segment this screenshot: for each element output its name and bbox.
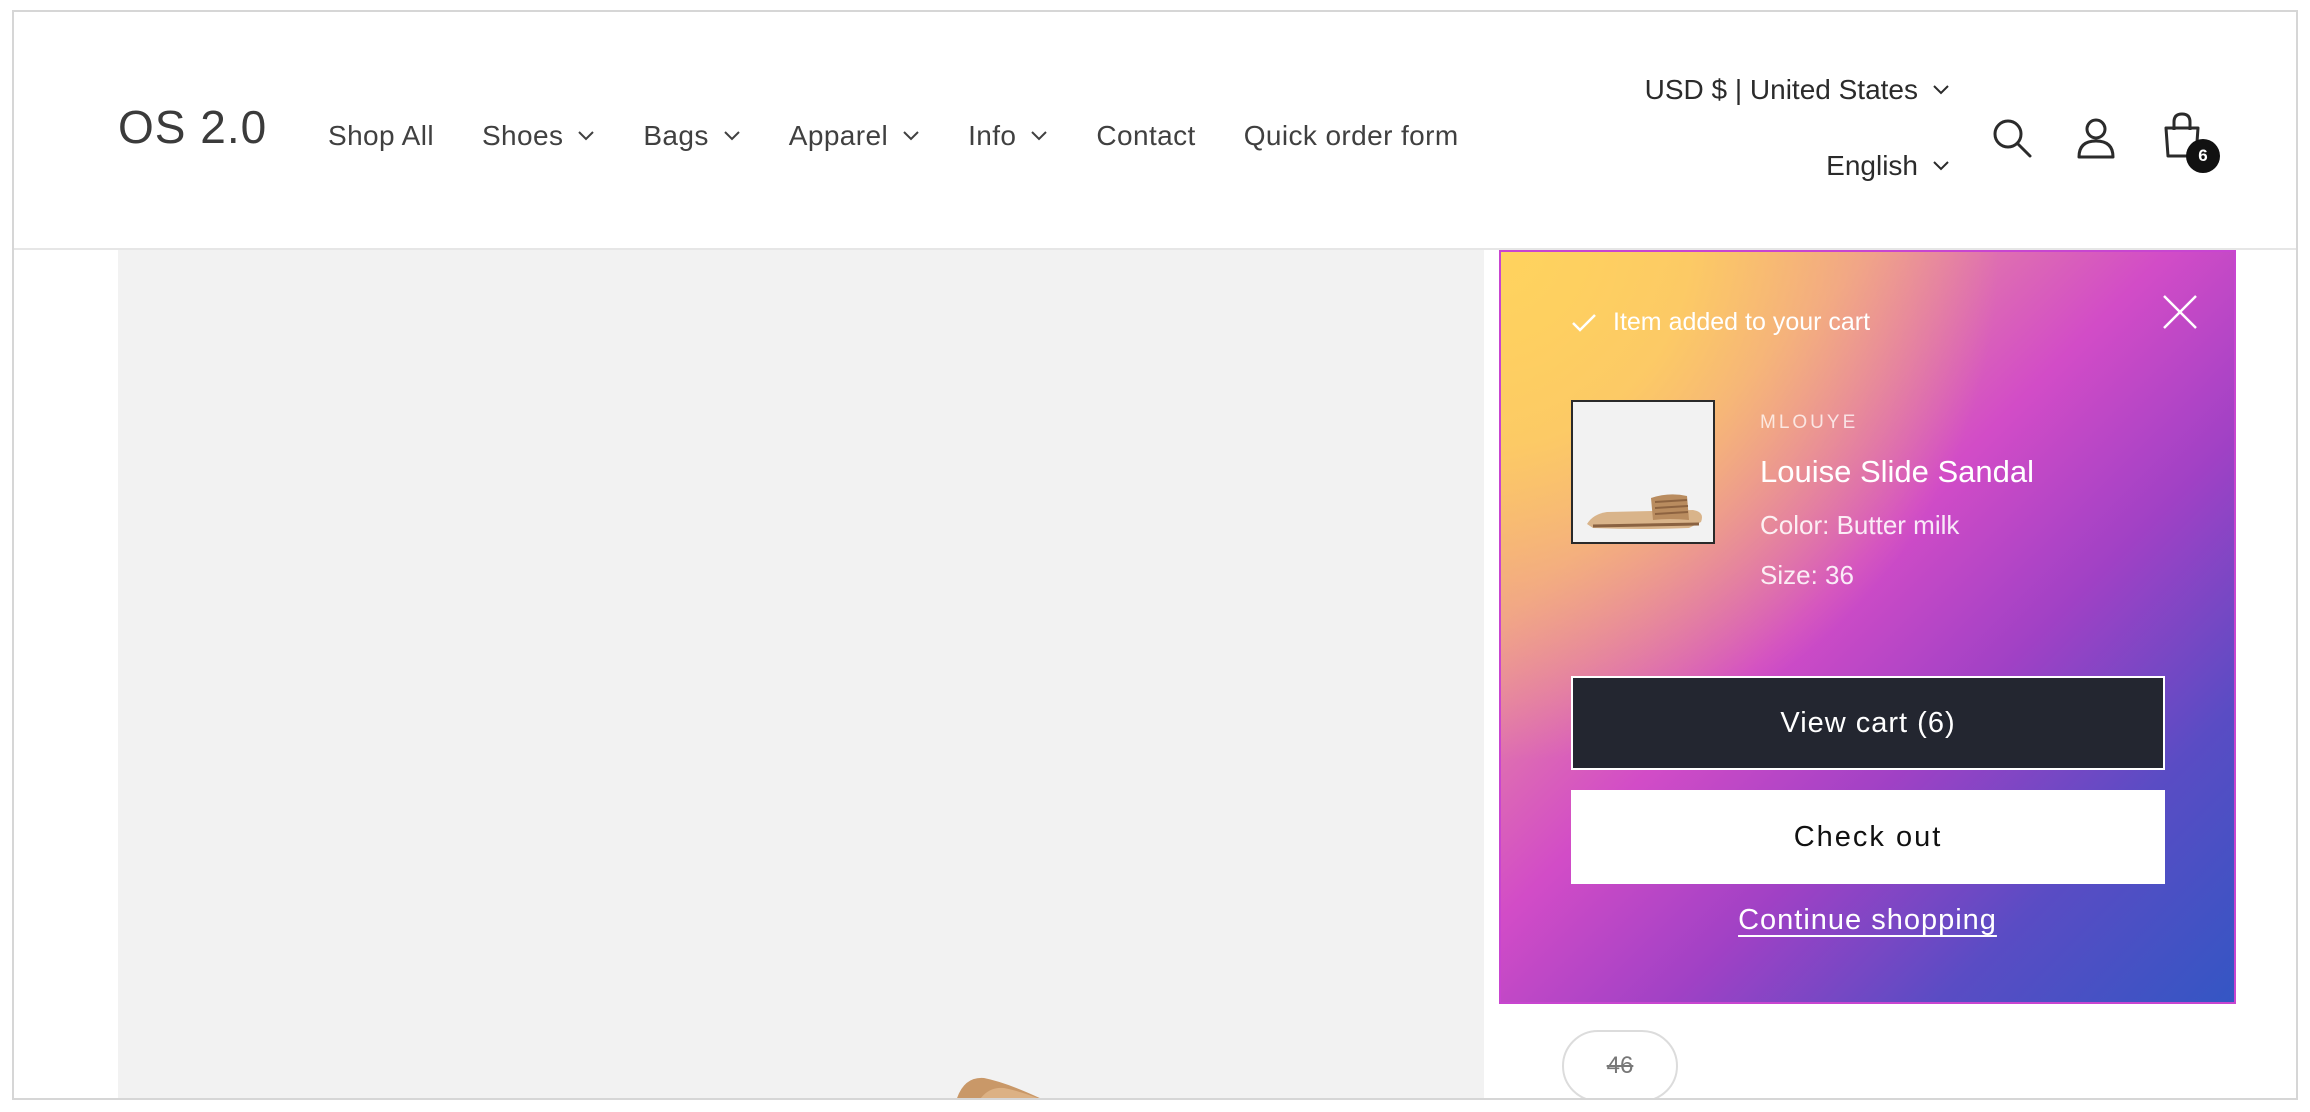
checkout-button[interactable]: Check out	[1571, 790, 2165, 884]
currency-selector[interactable]: USD $ | United States	[1645, 72, 1950, 108]
chevron-down-icon	[1933, 161, 1949, 171]
nav-label: Info	[968, 120, 1017, 151]
product-image-fragment	[957, 1077, 1040, 1098]
search-icon[interactable]	[1990, 116, 2034, 160]
nav-label: Quick order form	[1243, 120, 1459, 151]
cart-status-text: Item added to your cart	[1613, 308, 1871, 336]
currency-label: USD $ | United States	[1644, 74, 1918, 105]
close-icon[interactable]	[2160, 292, 2200, 332]
nav-shop-all[interactable]: Shop All	[328, 120, 434, 152]
cart-status: Item added to your cart	[1571, 308, 1870, 337]
cart-count-badge: 6	[2186, 139, 2220, 173]
store-logo[interactable]: OS 2.0	[118, 100, 267, 154]
nav-label: Shop All	[328, 120, 434, 151]
nav-bags[interactable]: Bags	[643, 120, 740, 152]
cart-notification: Item added to your cart MLOUYE Louise Sl…	[1499, 250, 2236, 1004]
nav-label: Apparel	[788, 120, 889, 151]
chevron-down-icon	[724, 131, 740, 141]
nav-contact[interactable]: Contact	[1096, 120, 1195, 152]
continue-shopping-link[interactable]: Continue shopping	[1501, 904, 2234, 937]
size-option-label: 46	[1606, 1052, 1634, 1079]
chevron-down-icon	[1933, 85, 1949, 95]
chevron-down-icon	[903, 131, 919, 141]
product-media	[118, 250, 1484, 1098]
nav-shoes[interactable]: Shoes	[482, 120, 595, 152]
view-cart-button[interactable]: View cart (6)	[1571, 676, 2165, 770]
main-nav: Shop All Shoes Bags Apparel Info Contact	[328, 120, 1507, 152]
check-icon	[1572, 313, 1596, 332]
product-vendor: MLOUYE	[1760, 412, 1859, 433]
nav-apparel[interactable]: Apparel	[789, 120, 920, 152]
product-color: Color: Butter milk	[1760, 510, 1960, 540]
nav-info[interactable]: Info	[968, 120, 1048, 152]
browser-viewport: OS 2.0 Shop All Shoes Bags Apparel Info	[12, 10, 2298, 1100]
language-selector[interactable]: English	[1826, 148, 1950, 184]
nav-quick-order-form[interactable]: Quick order form	[1244, 120, 1459, 152]
nav-label: Shoes	[481, 120, 564, 151]
chevron-down-icon	[1031, 131, 1048, 141]
sandal-image	[1587, 494, 1702, 529]
chevron-down-icon	[578, 131, 595, 141]
localization-selectors: USD $ | United States English	[1645, 72, 1950, 224]
size-option-46[interactable]: 46	[1562, 1030, 1678, 1098]
language-label: English	[1826, 150, 1918, 181]
site-header: OS 2.0 Shop All Shoes Bags Apparel Info	[14, 12, 2296, 250]
product-name: Louise Slide Sandal	[1760, 454, 2035, 489]
nav-label: Contact	[1096, 120, 1196, 151]
account-icon[interactable]	[2074, 116, 2118, 160]
product-size: Size: 36	[1760, 560, 1854, 590]
nav-label: Bags	[643, 120, 709, 151]
product-thumbnail	[1571, 400, 1715, 544]
